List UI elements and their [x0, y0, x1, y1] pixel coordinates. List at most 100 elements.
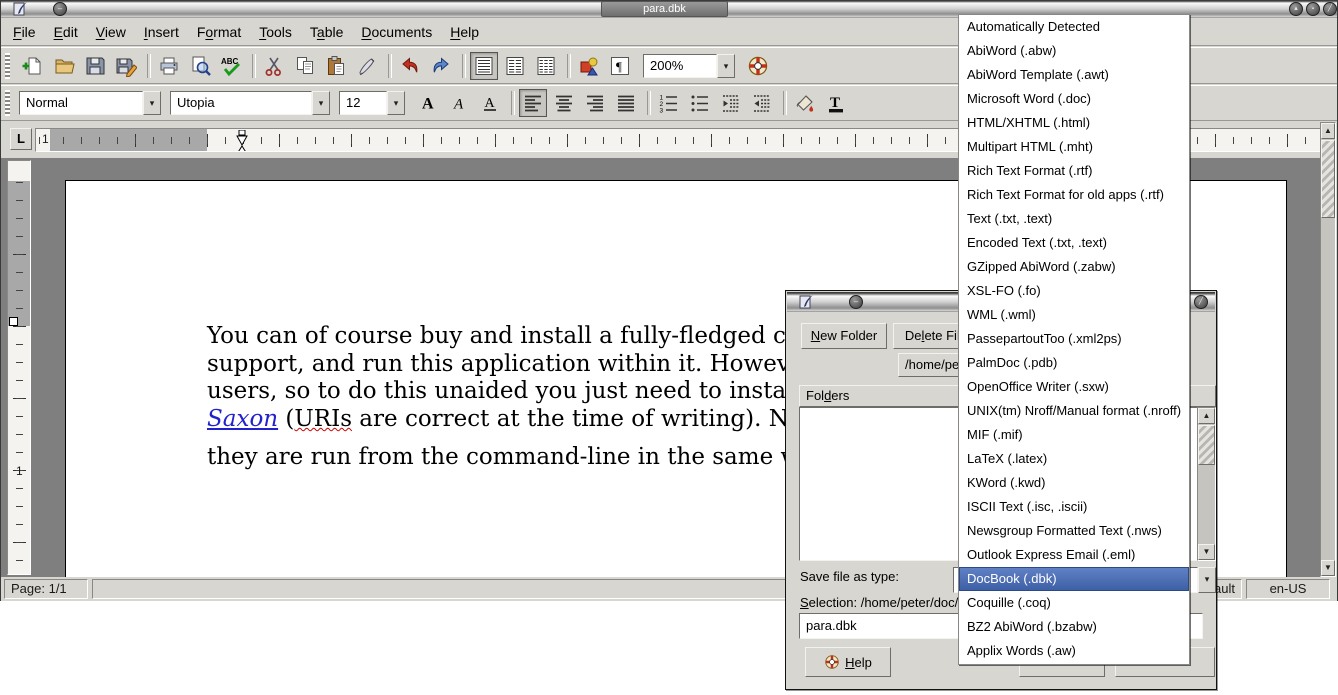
format-option[interactable]: AbiWord Template (.awt): [959, 63, 1189, 87]
format-option[interactable]: KWord (.kwd): [959, 471, 1189, 495]
format-option[interactable]: DocBook (.dbk): [959, 567, 1189, 591]
insert-graphic-button[interactable]: [575, 52, 603, 80]
top-margin-marker[interactable]: [9, 317, 18, 326]
menu-insert[interactable]: Insert: [144, 24, 179, 40]
show-formatting-marks-button[interactable]: ¶: [606, 52, 634, 80]
menu-view[interactable]: View: [96, 24, 126, 40]
numbered-list-button[interactable]: 123: [655, 89, 683, 117]
folders-header[interactable]: Folders: [799, 385, 979, 407]
format-option[interactable]: Coquille (.coq): [959, 591, 1189, 615]
font-combo[interactable]: Utopia ▾: [170, 91, 330, 115]
format-option[interactable]: ISCII Text (.isc, .iscii): [959, 495, 1189, 519]
paragraph-indent-marker[interactable]: [235, 130, 249, 152]
format-option[interactable]: Newsgroup Formatted Text (.nws): [959, 519, 1189, 543]
two-columns-button[interactable]: [501, 52, 529, 80]
close-button[interactable]: [1194, 295, 1208, 309]
undo-button[interactable]: [396, 52, 424, 80]
redo-button[interactable]: [427, 52, 455, 80]
format-option[interactable]: XSL-FO (.fo): [959, 279, 1189, 303]
format-option[interactable]: UNIX(tm) Nroff/Manual format (.nroff): [959, 399, 1189, 423]
close-button[interactable]: [1323, 2, 1337, 16]
dialog-help-button[interactable]: Help: [805, 647, 891, 677]
chevron-down-icon[interactable]: ▾: [312, 91, 330, 115]
align-center-button[interactable]: [550, 89, 578, 117]
format-option[interactable]: MIF (.mif): [959, 423, 1189, 447]
scroll-up-icon[interactable]: ▲: [1321, 123, 1335, 139]
chevron-down-icon[interactable]: ▾: [387, 91, 405, 115]
three-columns-button[interactable]: [532, 52, 560, 80]
chevron-down-icon[interactable]: ▾: [1198, 567, 1216, 593]
one-column-button[interactable]: [470, 52, 498, 80]
cut-button[interactable]: [260, 52, 288, 80]
paste-button[interactable]: [322, 52, 350, 80]
font-color-button[interactable]: T: [822, 89, 850, 117]
font-size-combo[interactable]: 12 ▾: [339, 91, 405, 115]
align-justify-button[interactable]: [612, 89, 640, 117]
menu-file[interactable]: File: [13, 24, 36, 40]
format-option[interactable]: Microsoft Word (.doc): [959, 87, 1189, 111]
scrollbar-thumb[interactable]: [1198, 425, 1215, 465]
print-preview-button[interactable]: [186, 52, 214, 80]
format-option[interactable]: LaTeX (.latex): [959, 447, 1189, 471]
format-option[interactable]: PassepartoutToo (.xml2ps): [959, 327, 1189, 351]
zoom-combo[interactable]: 200% ▾: [643, 54, 735, 78]
format-option[interactable]: Encoded Text (.txt, .text): [959, 231, 1189, 255]
format-option[interactable]: OpenOffice Writer (.sxw): [959, 375, 1189, 399]
format-option[interactable]: Rich Text Format for old apps (.rtf): [959, 183, 1189, 207]
save-as-button[interactable]: [112, 52, 140, 80]
format-option[interactable]: HTML/XHTML (.html): [959, 111, 1189, 135]
language-indicator[interactable]: en-US: [1246, 579, 1330, 599]
highlight-color-button[interactable]: [791, 89, 819, 117]
tab-type-selector[interactable]: L: [10, 128, 32, 150]
shade-button[interactable]: [1289, 2, 1303, 16]
format-option[interactable]: Automatically Detected: [959, 15, 1189, 39]
spellcheck-button[interactable]: ABC: [217, 52, 245, 80]
format-option[interactable]: Text (.txt, .text): [959, 207, 1189, 231]
increase-indent-button[interactable]: [748, 89, 776, 117]
paragraph-style-combo[interactable]: Normal ▾: [19, 91, 161, 115]
format-option[interactable]: Rich Text Format (.rtf): [959, 159, 1189, 183]
format-option[interactable]: Outlook Express Email (.eml): [959, 543, 1189, 567]
menu-edit[interactable]: Edit: [54, 24, 78, 40]
menu-format[interactable]: Format: [197, 24, 241, 40]
menu-documents[interactable]: Documents: [361, 24, 432, 40]
scrollbar-thumb[interactable]: [1321, 140, 1335, 218]
format-painter-button[interactable]: [353, 52, 381, 80]
maximize-button[interactable]: [1306, 2, 1320, 16]
vertical-ruler[interactable]: 1: [7, 160, 31, 575]
print-button[interactable]: [155, 52, 183, 80]
save-file-button[interactable]: [81, 52, 109, 80]
new-folder-button[interactable]: New Folder: [801, 323, 887, 349]
chevron-down-icon[interactable]: ▾: [717, 54, 735, 78]
vertical-scrollbar[interactable]: ▲ ▼: [1320, 122, 1336, 577]
scroll-up-icon[interactable]: ▲: [1198, 408, 1215, 424]
hyperlink[interactable]: Saxon: [207, 406, 278, 432]
bold-button[interactable]: A: [414, 89, 442, 117]
menu-table[interactable]: Table: [310, 24, 343, 40]
format-option[interactable]: BZ2 AbiWord (.bzabw): [959, 615, 1189, 639]
window-menu-button[interactable]: [849, 295, 863, 309]
open-file-button[interactable]: [50, 52, 78, 80]
format-option[interactable]: WML (.wml): [959, 303, 1189, 327]
chevron-down-icon[interactable]: ▾: [143, 91, 161, 115]
format-option[interactable]: Applix Words (.aw): [959, 639, 1189, 663]
help-button[interactable]: [744, 52, 772, 80]
scroll-down-icon[interactable]: ▼: [1198, 544, 1215, 560]
toolbar-grip[interactable]: [5, 90, 10, 116]
menu-tools[interactable]: Tools: [259, 24, 292, 40]
underline-button[interactable]: A: [476, 89, 504, 117]
format-option[interactable]: GZipped AbiWord (.zabw): [959, 255, 1189, 279]
files-scrollbar[interactable]: ▲ ▼: [1197, 407, 1216, 561]
format-option[interactable]: PalmDoc (.pdb): [959, 351, 1189, 375]
format-option[interactable]: Multipart HTML (.mht): [959, 135, 1189, 159]
format-option[interactable]: AbiWord (.abw): [959, 39, 1189, 63]
menu-help[interactable]: Help: [450, 24, 479, 40]
align-right-button[interactable]: [581, 89, 609, 117]
scroll-down-icon[interactable]: ▼: [1321, 560, 1335, 576]
copy-button[interactable]: [291, 52, 319, 80]
new-document-button[interactable]: [19, 52, 47, 80]
toolbar-grip[interactable]: [5, 53, 10, 79]
decrease-indent-button[interactable]: [717, 89, 745, 117]
align-left-button[interactable]: [519, 89, 547, 117]
bullet-list-button[interactable]: [686, 89, 714, 117]
